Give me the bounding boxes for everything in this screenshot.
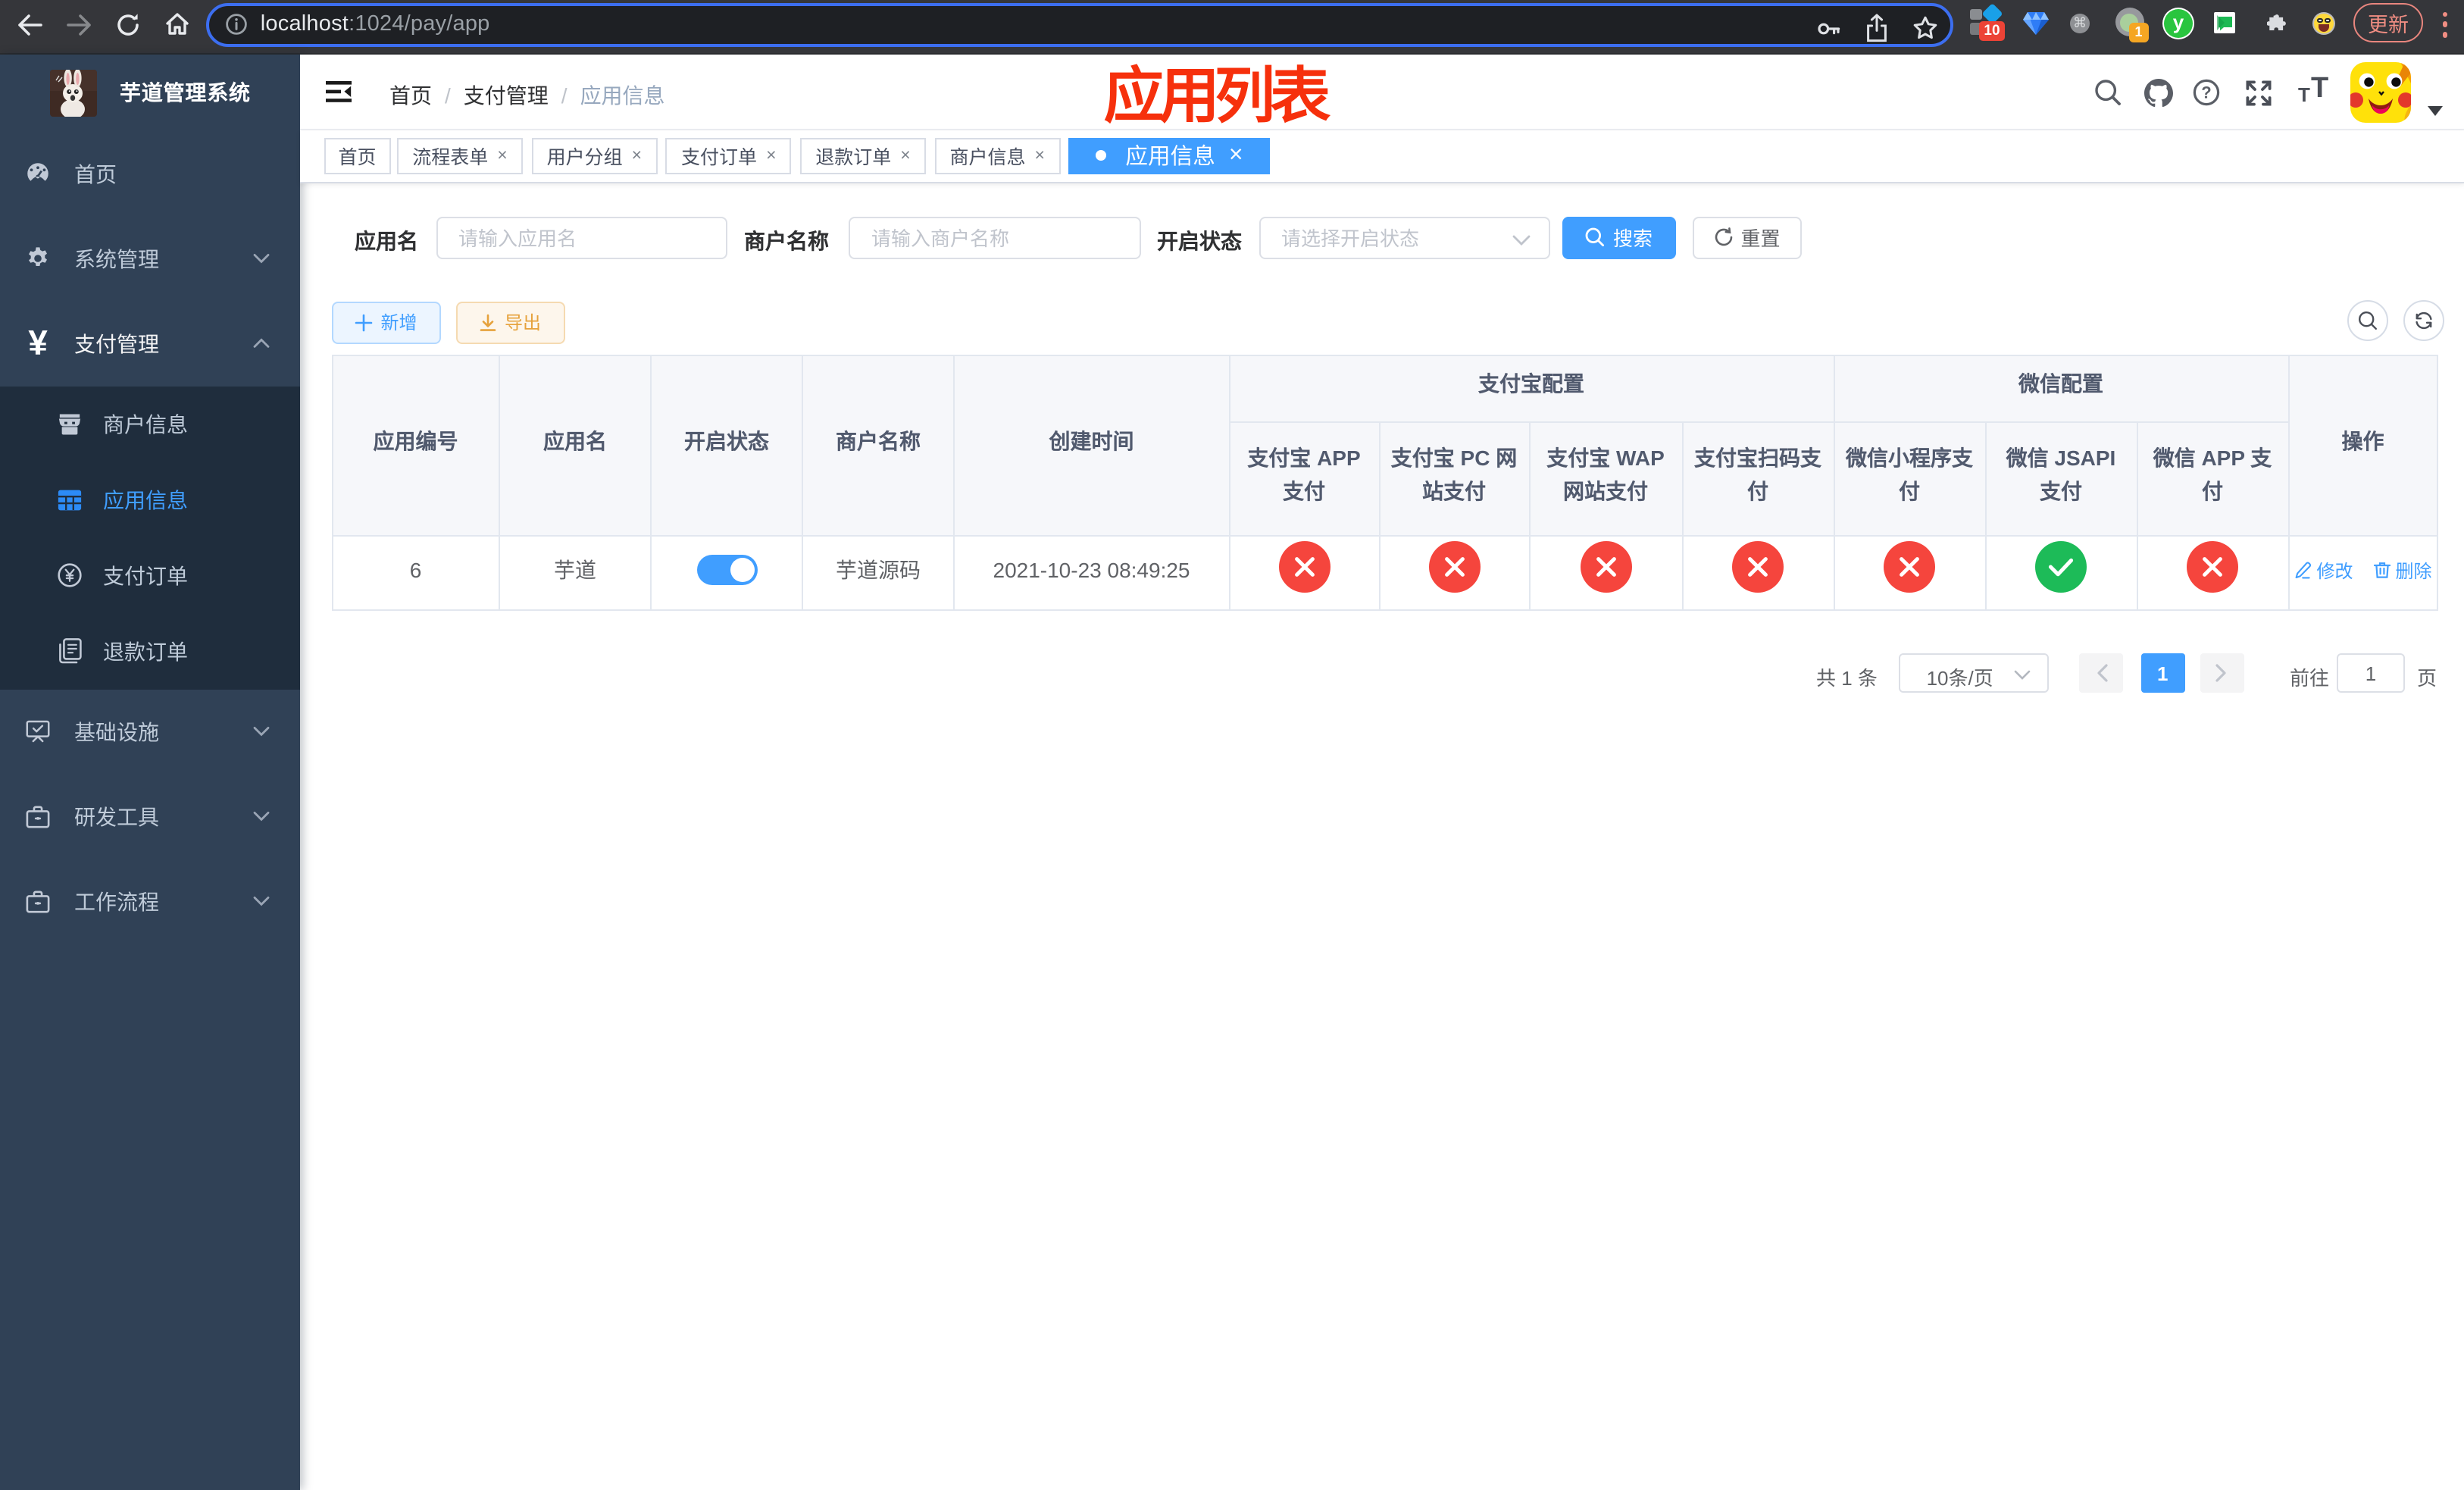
svg-text:?: ? bbox=[2201, 83, 2211, 102]
